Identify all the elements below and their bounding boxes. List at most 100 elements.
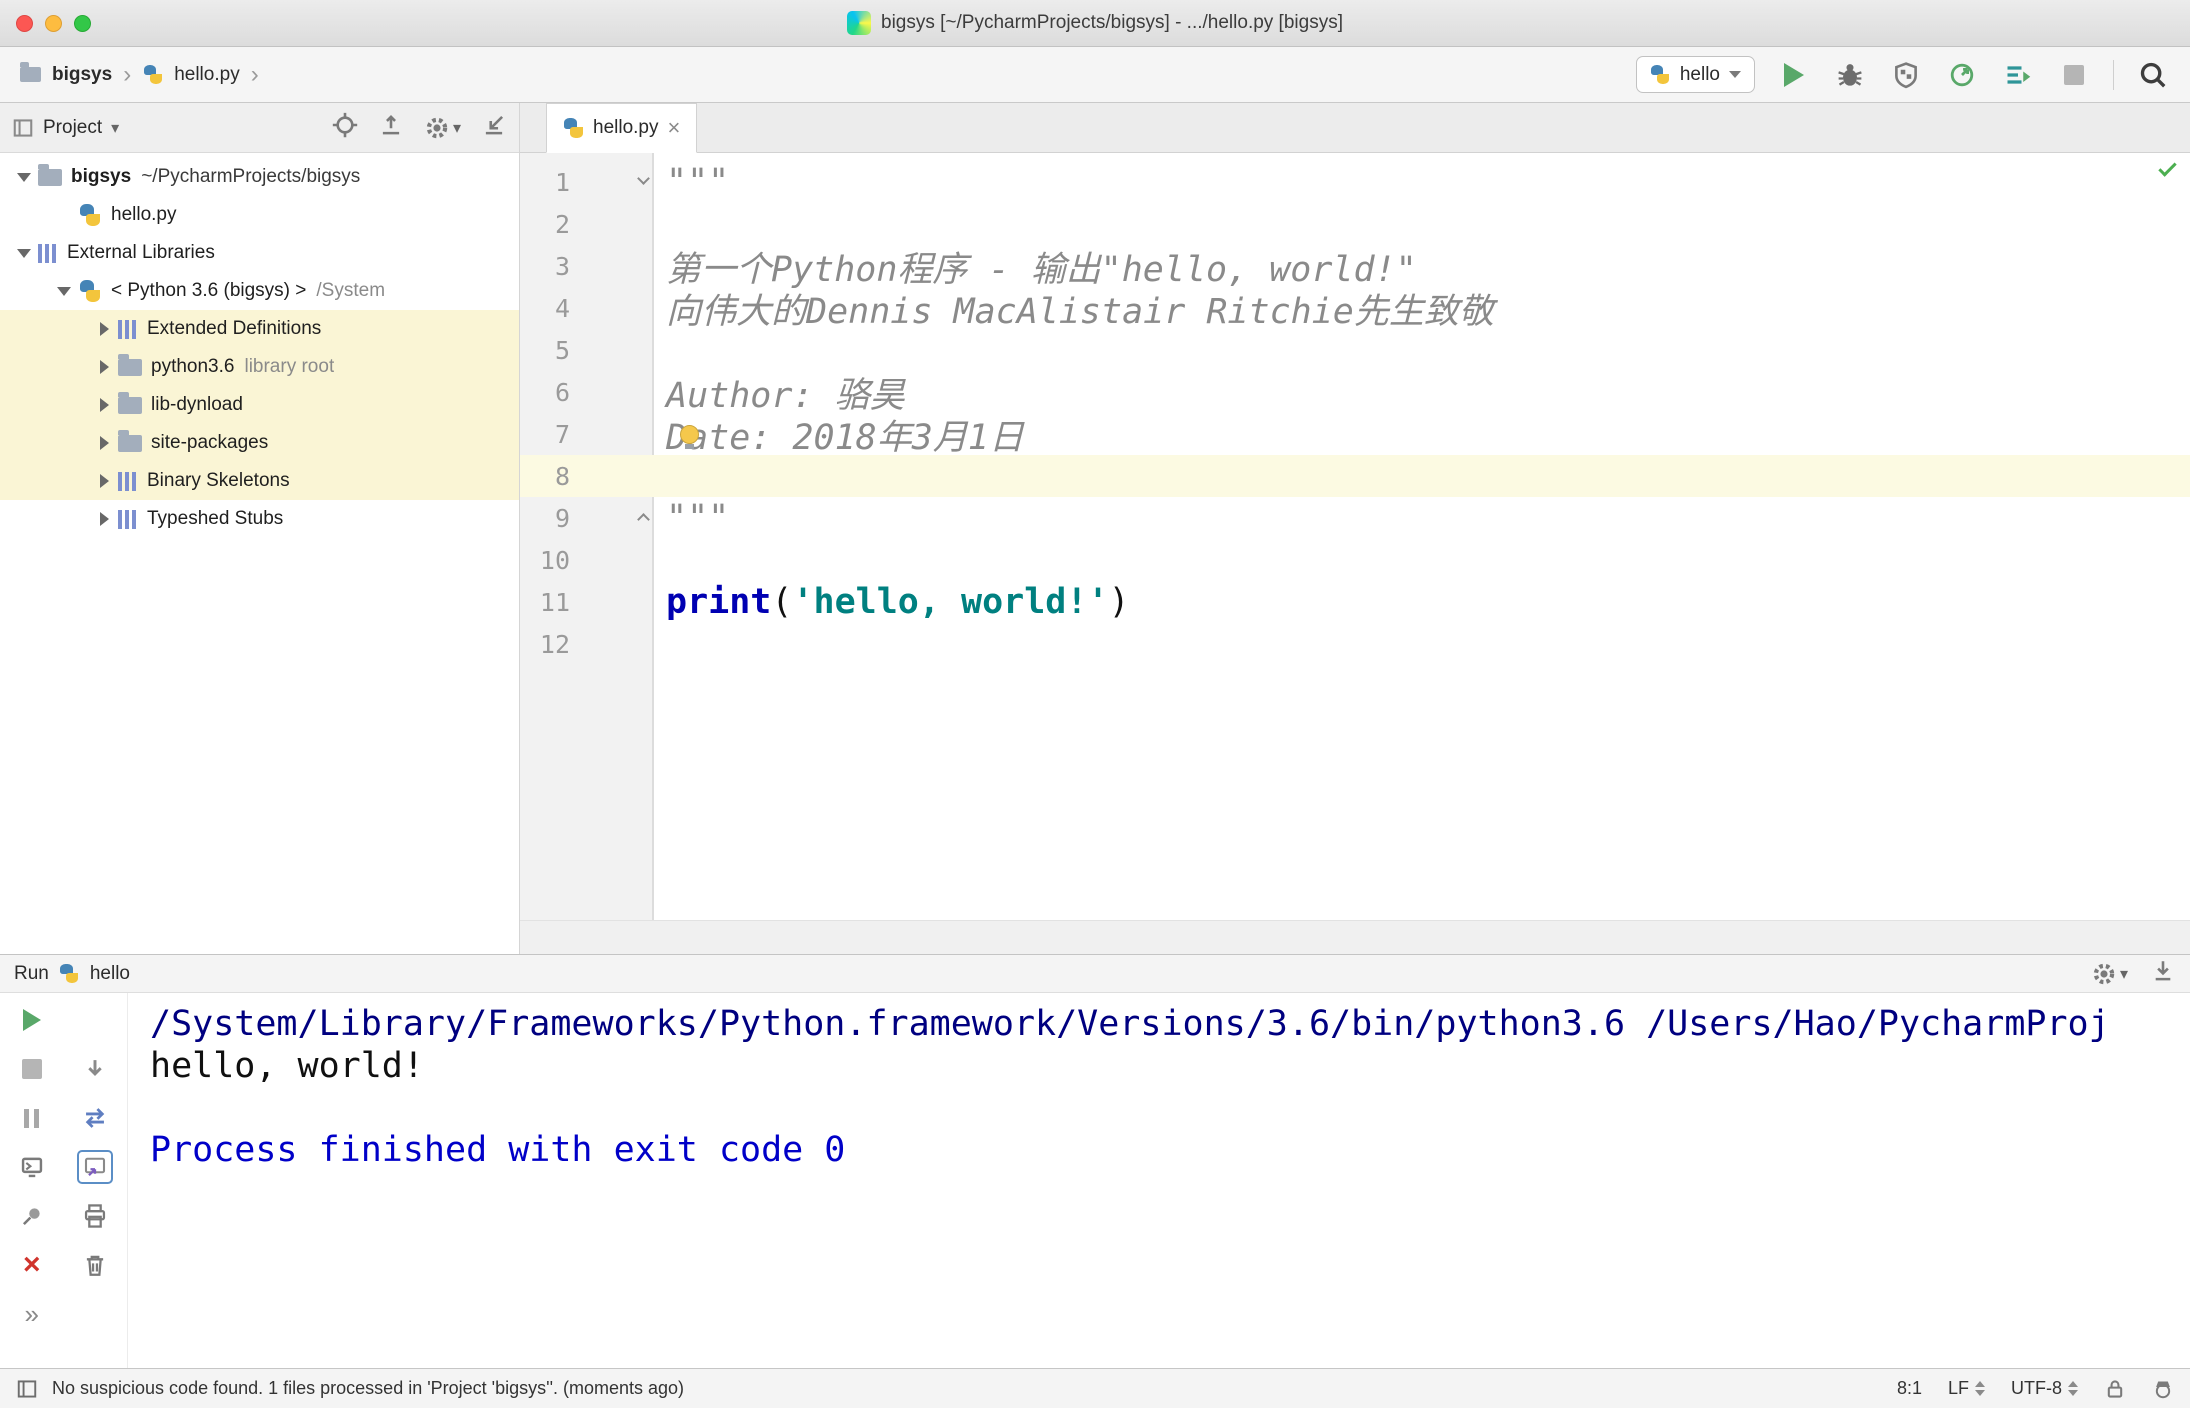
stop-button[interactable]	[14, 1052, 50, 1086]
collapse-all-button[interactable]	[378, 112, 404, 144]
editor-area: hello.py 1 """ 2 3 第一个Python程序 - 输出"hell…	[520, 103, 2190, 954]
caret-position-widget[interactable]: 8:1	[1897, 1378, 1922, 1399]
clear-all-button[interactable]	[77, 1248, 113, 1282]
bug-icon	[1838, 63, 1862, 86]
gutter[interactable]: 10	[520, 539, 654, 581]
jump-to-end-button[interactable]	[77, 1052, 113, 1086]
library-icon	[118, 471, 138, 491]
project-panel-title[interactable]: Project	[43, 117, 102, 139]
editor[interactable]: 1 """ 2 3 第一个Python程序 - 输出"hello, world!…	[520, 153, 2190, 920]
run-config-name[interactable]: hello	[90, 963, 130, 985]
chevron-right-icon	[123, 61, 131, 89]
chevron-expanded-icon[interactable]	[10, 172, 38, 182]
run-settings-button[interactable]	[2091, 961, 2128, 987]
python-file-icon	[78, 203, 102, 227]
gutter[interactable]: 8	[520, 455, 654, 497]
code-line-current: 8	[520, 455, 2190, 497]
settings-gear-button[interactable]	[424, 115, 461, 141]
chevron-collapsed-icon[interactable]	[90, 360, 118, 374]
chevron-collapsed-icon[interactable]	[90, 398, 118, 412]
readonly-lock-button[interactable]	[2104, 1378, 2126, 1400]
tree-item-lib-dynload[interactable]: lib-dynload	[0, 386, 519, 424]
folder-icon	[118, 391, 142, 414]
more-actions-button[interactable]	[14, 1297, 50, 1331]
locate-file-button[interactable]	[332, 112, 358, 144]
tree-item-bigsys[interactable]: bigsys ~/PycharmProjects/bigsys	[0, 158, 519, 196]
horizontal-scrollbar[interactable]	[520, 920, 2190, 954]
hide-panel-button[interactable]	[481, 112, 507, 144]
print-button[interactable]	[77, 1199, 113, 1233]
tab-hello-py[interactable]: hello.py	[546, 103, 698, 153]
close-tab-icon[interactable]	[668, 115, 681, 141]
gutter[interactable]: 3	[520, 245, 654, 287]
chevron-collapsed-icon[interactable]	[90, 436, 118, 450]
profiler-button[interactable]	[1945, 58, 1979, 92]
fold-up-icon[interactable]	[637, 513, 650, 526]
rerun-button[interactable]	[14, 1003, 50, 1037]
stop-button[interactable]	[2057, 58, 2091, 92]
tree-item-typeshed-stubs[interactable]: Typeshed Stubs	[0, 500, 519, 538]
hector-inspector-button[interactable]	[2152, 1378, 2174, 1400]
folder-icon	[38, 163, 62, 186]
gutter[interactable]: 2	[520, 203, 654, 245]
tree-item-binary-skeletons[interactable]: Binary Skeletons	[0, 462, 519, 500]
swap-arrows-icon	[85, 1108, 105, 1128]
restore-layout-button[interactable]	[77, 1101, 113, 1135]
tree-item-extended-definitions[interactable]: Extended Definitions	[0, 310, 519, 348]
close-run-button[interactable]	[14, 1248, 50, 1282]
show-console-button[interactable]	[14, 1150, 50, 1184]
chevron-down-icon	[453, 117, 461, 139]
pause-output-button[interactable]	[14, 1101, 50, 1135]
close-icon	[23, 1250, 41, 1280]
search-everywhere-button[interactable]	[2136, 58, 2170, 92]
chevron-expanded-icon[interactable]	[50, 286, 78, 296]
code-line: 1 """	[520, 161, 2190, 203]
gutter[interactable]: 7	[520, 413, 654, 455]
chevron-expanded-icon[interactable]	[10, 248, 38, 258]
chevron-collapsed-icon[interactable]	[90, 322, 118, 336]
tree-item-python36-library-root[interactable]: python3.6 library root	[0, 348, 519, 386]
concurrency-button[interactable]	[2001, 58, 2035, 92]
gutter[interactable]: 4	[520, 287, 654, 329]
updown-arrows-icon	[1975, 1381, 1985, 1396]
line-separator-widget[interactable]: LF	[1948, 1378, 1985, 1399]
chevron-collapsed-icon[interactable]	[90, 474, 118, 488]
chevron-collapsed-icon[interactable]	[90, 512, 118, 526]
console-output[interactable]: /System/Library/Frameworks/Python.framew…	[128, 993, 2190, 1368]
pause-icon	[24, 1108, 40, 1128]
tree-item-hello-py[interactable]: hello.py	[0, 196, 519, 234]
code-line: 7 Date: 2018年3月1日	[520, 413, 2190, 458]
run-button[interactable]	[1777, 58, 1811, 92]
gutter[interactable]: 9	[520, 497, 654, 539]
updown-arrows-icon	[2068, 1381, 2078, 1396]
pin-tab-button[interactable]	[14, 1199, 50, 1233]
gutter[interactable]: 11	[520, 581, 654, 623]
folder-icon	[118, 353, 142, 376]
soft-wrap-button[interactable]	[77, 1150, 114, 1184]
gutter[interactable]: 5	[520, 329, 654, 371]
coverage-button[interactable]	[1889, 58, 1923, 92]
debug-button[interactable]	[1833, 58, 1867, 92]
tree-item-external-libraries[interactable]: External Libraries	[0, 234, 519, 272]
gutter[interactable]: 6	[520, 371, 654, 413]
gutter[interactable]: 12	[520, 623, 654, 665]
breadcrumb-project[interactable]: bigsys	[52, 64, 112, 86]
run-panel-title[interactable]: Run	[14, 963, 49, 985]
fold-down-icon[interactable]	[637, 172, 650, 185]
run-panel: Run hello ▾ × » /System/Library/Framewor…	[0, 954, 2190, 1368]
gutter[interactable]: 1	[520, 161, 654, 203]
encoding-widget[interactable]: UTF-8	[2011, 1378, 2078, 1399]
intention-bulb-icon[interactable]	[680, 425, 699, 449]
run-configuration-select[interactable]: hello	[1635, 56, 1755, 93]
pycharm-app-icon	[847, 11, 871, 35]
tree-item-site-packages[interactable]: site-packages	[0, 424, 519, 462]
library-icon	[118, 319, 138, 339]
play-icon	[22, 1009, 41, 1031]
tree-item-python-interpreter[interactable]: < Python 3.6 (bigsys) > /System	[0, 272, 519, 310]
gear-icon	[426, 117, 448, 138]
console-line: /System/Library/Frameworks/Python.framew…	[150, 1004, 2110, 1044]
breadcrumb-file[interactable]: hello.py	[174, 64, 240, 86]
toolwindow-toggle-icon[interactable]	[16, 1378, 38, 1400]
editor-tab-bar: hello.py	[520, 103, 2190, 153]
scroll-to-end-button[interactable]	[2150, 958, 2176, 990]
